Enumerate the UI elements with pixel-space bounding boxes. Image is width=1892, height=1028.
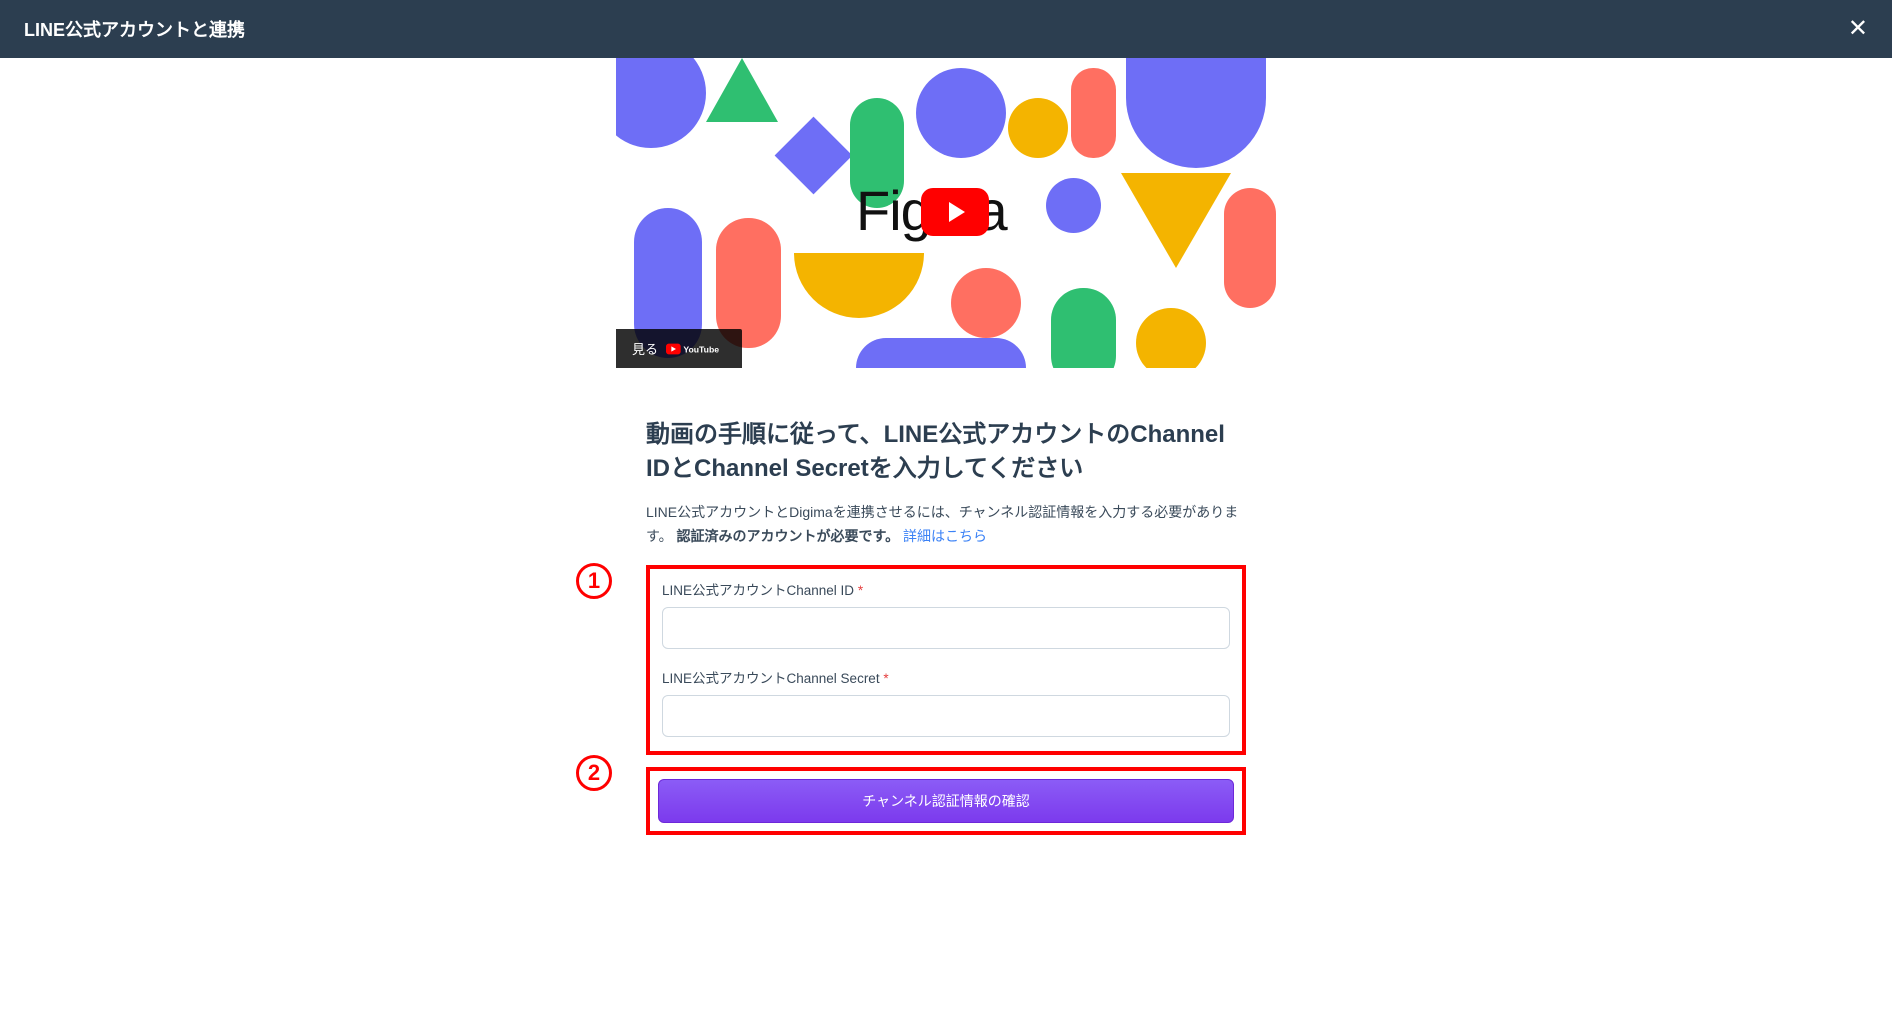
- channel-secret-label: LINE公式アカウントChannel Secret *: [662, 667, 1230, 687]
- decor-shape: [1224, 188, 1276, 308]
- decor-shape: [616, 58, 706, 148]
- decor-shape: [1071, 68, 1116, 158]
- youtube-icon: YouTube: [666, 342, 726, 356]
- form-area: 1 2 LINE公式アカウントChannel ID * LINE公式アカウントC…: [646, 565, 1246, 835]
- modal-header: LINE公式アカウントと連携 ✕: [0, 0, 1892, 58]
- decor-shape: [775, 117, 853, 195]
- channel-secret-label-text: LINE公式アカウントChannel Secret: [662, 671, 880, 686]
- instructions-text-strong: 認証済みのアカウントが必要です。: [677, 528, 900, 544]
- decor-shape: [1051, 288, 1116, 368]
- decor-shape: [706, 58, 778, 122]
- watch-label: 見る: [632, 339, 658, 358]
- channel-id-input[interactable]: [662, 607, 1230, 649]
- annotation-marker-1: 1: [576, 563, 612, 599]
- video-artwork: Figma 見る YouTube: [616, 58, 1276, 368]
- video-thumbnail[interactable]: Figma 見る YouTube: [616, 58, 1276, 368]
- instructions-body: LINE公式アカウントとDigimaを連携させるには、チャンネル認証情報を入力す…: [646, 501, 1246, 549]
- required-asterisk: *: [883, 671, 888, 686]
- instructions-heading: 動画の手順に従って、LINE公式アカウントのChannel IDとChannel…: [646, 418, 1246, 485]
- decor-shape: [856, 338, 1026, 368]
- details-link[interactable]: 詳細はこちら: [903, 528, 987, 544]
- verify-credentials-button[interactable]: チャンネル認証情報の確認: [658, 779, 1234, 823]
- decor-shape: [794, 253, 924, 318]
- close-icon[interactable]: ✕: [1848, 17, 1868, 41]
- channel-secret-input[interactable]: [662, 695, 1230, 737]
- modal-body: Figma 見る YouTube 動画の手順に従って、LINE公式アカウントのC…: [0, 58, 1892, 887]
- youtube-watch-badge[interactable]: 見る YouTube: [616, 329, 742, 368]
- decor-shape: [1136, 308, 1206, 368]
- modal-title: LINE公式アカウントと連携: [24, 16, 245, 42]
- decor-shape: [1126, 58, 1266, 168]
- channel-secret-group: LINE公式アカウントChannel Secret *: [662, 667, 1230, 737]
- decor-shape: [1046, 178, 1101, 233]
- channel-id-group: LINE公式アカウントChannel ID *: [662, 579, 1230, 649]
- channel-id-label: LINE公式アカウントChannel ID *: [662, 579, 1230, 599]
- svg-text:YouTube: YouTube: [683, 344, 719, 354]
- decor-shape: [1121, 173, 1231, 268]
- instructions-block: 動画の手順に従って、LINE公式アカウントのChannel IDとChannel…: [646, 418, 1246, 549]
- credentials-highlight-box: LINE公式アカウントChannel ID * LINE公式アカウントChann…: [646, 565, 1246, 755]
- decor-shape: [1008, 98, 1068, 158]
- submit-highlight-box: チャンネル認証情報の確認: [646, 767, 1246, 835]
- required-asterisk: *: [858, 583, 863, 598]
- annotation-marker-2: 2: [576, 755, 612, 791]
- decor-shape: [916, 68, 1006, 158]
- decor-shape: [951, 268, 1021, 338]
- channel-id-label-text: LINE公式アカウントChannel ID: [662, 583, 854, 598]
- play-icon[interactable]: [921, 188, 989, 236]
